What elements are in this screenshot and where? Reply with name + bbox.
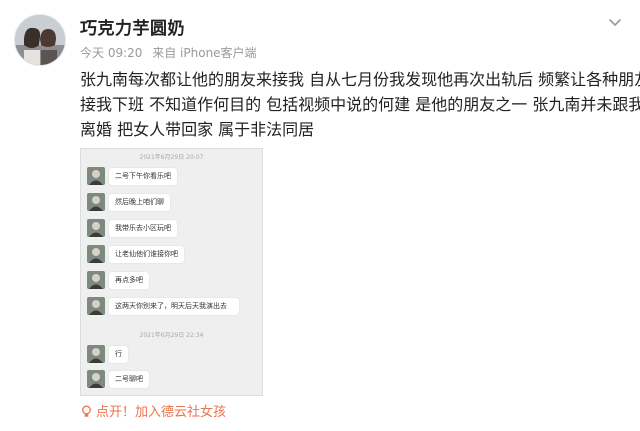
chat-bubble: 让老仙他们谁接你吧 [109, 246, 184, 263]
chat-bubble: 这两天你别来了，明天后天我演出去 [109, 298, 239, 315]
chat-avatar-icon [87, 193, 105, 211]
chat-avatar-icon [87, 219, 105, 237]
chat-bubble: 行 [109, 346, 128, 363]
chat-bubble: 二号下午你看乐吧 [109, 168, 177, 185]
chat-screenshot-image[interactable]: 2021年6月29日 20:07 二号下午你看乐吧 然后晚上咱们聊 我带乐去小区… [80, 148, 263, 396]
chat-bubble: 再点多吧 [109, 272, 149, 289]
post-content: 张九南每次都让他的朋友来接我 自从七月份我发现他再次出轨后 频繁让各种朋友 接我… [80, 67, 640, 142]
footer-link-text[interactable]: 点开！加入德云社女孩 [96, 405, 226, 420]
content-line: 离婚 把女人带回家 属于非法同居 [80, 120, 315, 139]
chat-timestamp: 2021年6月29日 20:07 [139, 154, 204, 161]
content-line: 接我下班 不知道作何目的 包括视频中说的何建 是他的朋友之一 张九南并未跟我 [80, 95, 640, 114]
chat-timestamp: 2021年6月29日 22:34 [139, 332, 204, 339]
chat-bubble: 我带乐去小区玩吧 [109, 220, 177, 237]
chat-avatar-icon [87, 271, 105, 289]
lightbulb-icon [82, 405, 91, 417]
post-time: 今天 09:20 [80, 46, 143, 60]
content-line: 张九南每次都让他的朋友来接我 自从七月份我发现他再次出轨后 频繁让各种朋友 [80, 70, 640, 89]
avatar-photo [15, 15, 65, 65]
chevron-down-icon[interactable] [606, 14, 624, 32]
username[interactable]: 巧克力芋圆奶 [80, 14, 185, 39]
chat-avatar-icon [87, 370, 105, 388]
post-source: 来自 iPhone客户端 [152, 46, 257, 60]
chat-bubble: 然后晚上咱们聊 [109, 194, 170, 211]
chat-avatar-icon [87, 167, 105, 185]
user-avatar[interactable] [14, 14, 66, 66]
footer-link[interactable]: 点开！加入德云社女孩 [80, 401, 226, 420]
chat-bubble: 二号聊吧 [109, 371, 149, 388]
chat-avatar-icon [87, 297, 105, 315]
post-meta: 今天 09:20 来自 iPhone客户端 [80, 44, 263, 61]
chat-avatar-icon [87, 245, 105, 263]
chat-avatar-icon [87, 345, 105, 363]
